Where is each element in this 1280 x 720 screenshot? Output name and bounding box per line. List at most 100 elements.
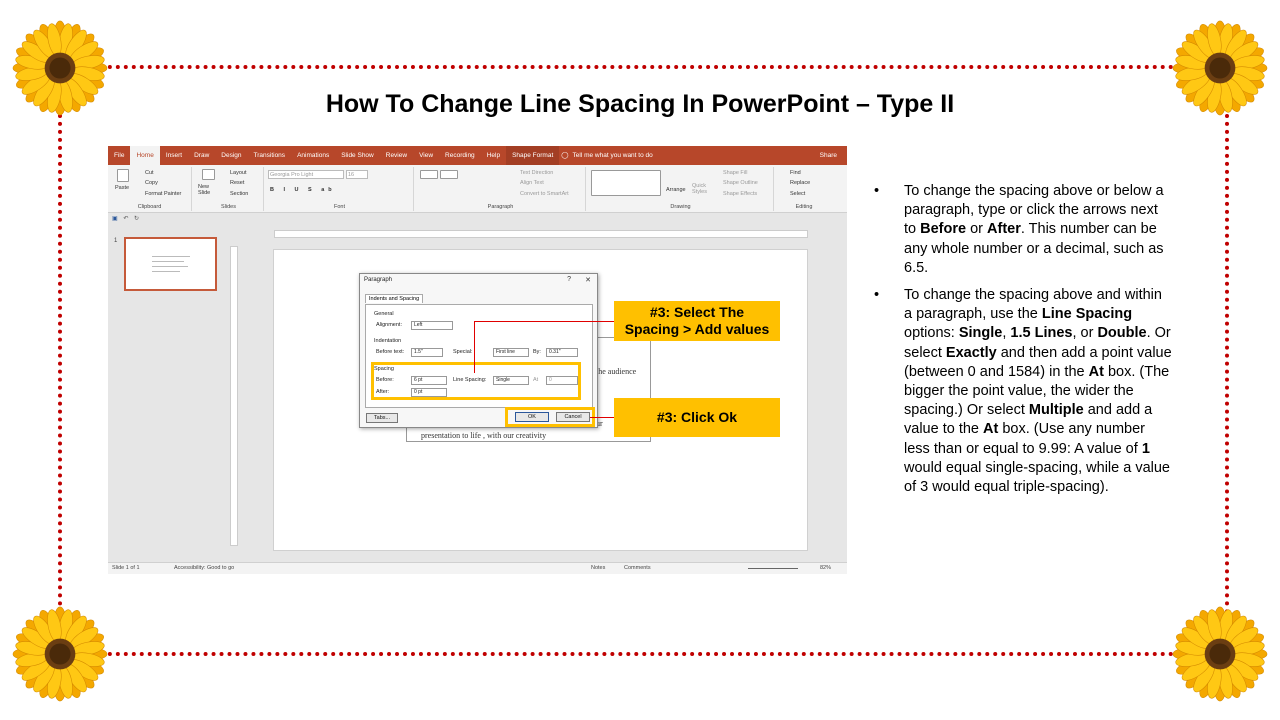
frame-right-border xyxy=(1225,66,1229,654)
sunflower-icon xyxy=(12,606,108,702)
frame-top-border xyxy=(60,65,1230,69)
share-button[interactable]: Share xyxy=(820,152,847,159)
help-button[interactable]: ? xyxy=(567,276,571,283)
numbering-icon[interactable] xyxy=(440,170,458,179)
quick-styles-button[interactable]: Quick Styles xyxy=(692,183,712,195)
tab-indents-and-spacing[interactable]: Indents and Spacing xyxy=(365,294,424,303)
cut-button[interactable]: Cut xyxy=(145,170,154,176)
slide-count: Slide 1 of 1 xyxy=(112,565,140,571)
slide-body-text: presentation to life , with our creativi… xyxy=(421,431,547,440)
font-size-select[interactable]: 16 xyxy=(346,170,368,179)
page-title: How To Change Line Spacing In PowerPoint… xyxy=(325,90,955,118)
list-item: • To change the spacing above and within… xyxy=(872,286,1172,497)
callout-text: #3: Select The Spacing > Add values xyxy=(624,304,770,337)
font-format-buttons[interactable]: B I U S ab xyxy=(270,187,336,193)
special-select[interactable]: First line xyxy=(493,348,529,357)
format-painter-button[interactable]: Format Painter xyxy=(145,191,181,197)
ribbon-group-drawing: Arrange Quick Styles Shape Fill Shape Ou… xyxy=(588,167,774,211)
by-input[interactable]: 0.31" xyxy=(546,348,578,357)
bullet-marker: • xyxy=(874,287,880,304)
ribbon-group-label: Drawing xyxy=(670,204,691,210)
slide-thumbnail[interactable] xyxy=(124,237,217,291)
ribbon: Paste Cut Copy Format Painter Clipboard … xyxy=(108,165,847,213)
frame-left-border xyxy=(58,66,62,654)
tab-design[interactable]: Design xyxy=(215,146,247,165)
find-button[interactable]: Find xyxy=(790,170,801,176)
section-button[interactable]: Section xyxy=(230,191,248,197)
zoom-level[interactable]: 82% xyxy=(820,563,831,574)
sunflower-icon xyxy=(1172,606,1268,702)
tab-transitions[interactable]: Transitions xyxy=(248,146,292,165)
tell-me-search[interactable]: Tell me what you want to do xyxy=(571,146,659,165)
special-label: Special: xyxy=(453,349,473,355)
redo-icon[interactable]: ↻ xyxy=(134,216,139,222)
bullet-marker: • xyxy=(874,183,880,199)
accessibility-status[interactable]: Accessibility: Good to go xyxy=(174,563,234,574)
vertical-ruler xyxy=(230,246,238,546)
paste-button[interactable]: Paste xyxy=(115,185,129,191)
tab-home[interactable]: Home xyxy=(130,146,160,165)
ribbon-group-label: Editing xyxy=(795,204,813,210)
alignment-label: Alignment: xyxy=(376,322,402,328)
tab-view[interactable]: View xyxy=(413,146,439,165)
shape-effects-button[interactable]: Shape Effects xyxy=(723,191,757,197)
quick-access-toolbar: ▣ ↶ ↻ xyxy=(108,213,847,226)
status-bar: Slide 1 of 1 Accessibility: Good to go N… xyxy=(108,562,847,574)
reset-button[interactable]: Reset xyxy=(230,180,244,186)
before-text-input[interactable]: 1.5" xyxy=(411,348,443,357)
indentation-section-label: Indentation xyxy=(374,338,402,344)
tab-review[interactable]: Review xyxy=(380,146,413,165)
shape-outline-button[interactable]: Shape Outline xyxy=(723,180,758,186)
tab-insert[interactable]: Insert xyxy=(160,146,188,165)
comments-button[interactable]: Comments xyxy=(624,563,651,574)
by-label: By: xyxy=(533,349,541,355)
thumbnail-number: 1 xyxy=(114,238,118,244)
shape-fill-button[interactable]: Shape Fill xyxy=(723,170,747,176)
tab-file[interactable]: File xyxy=(108,146,130,165)
tab-help[interactable]: Help xyxy=(481,146,506,165)
instruction-list: • To change the spacing above or below a… xyxy=(872,182,1172,505)
bullets-icon[interactable] xyxy=(420,170,438,179)
align-text-button[interactable]: Align Text xyxy=(520,180,544,186)
text-direction-button[interactable]: Text Direction xyxy=(520,170,553,176)
layout-button[interactable]: Layout xyxy=(230,170,247,176)
thumbnail-text-line xyxy=(152,271,180,272)
thumbnail-text-line xyxy=(152,266,188,267)
callout-connector xyxy=(474,321,614,322)
tab-draw[interactable]: Draw xyxy=(188,146,215,165)
new-slide-icon[interactable] xyxy=(202,169,215,180)
close-icon[interactable]: ✕ xyxy=(585,276,591,284)
tab-slide-show[interactable]: Slide Show xyxy=(335,146,380,165)
dialog-title: Paragraph xyxy=(364,277,393,283)
shapes-gallery[interactable] xyxy=(591,170,661,196)
tab-animations[interactable]: Animations xyxy=(291,146,335,165)
new-slide-button[interactable]: New Slide xyxy=(198,184,220,196)
ribbon-group-clipboard: Paste Cut Copy Format Painter Clipboard xyxy=(108,167,192,211)
ribbon-group-label: Clipboard xyxy=(137,204,162,210)
ribbon-group-label: Slides xyxy=(221,204,236,210)
bullet-text: To change the spacing above or below a p… xyxy=(904,183,1164,276)
ribbon-group-editing: Find Replace Select Editing xyxy=(776,167,832,211)
tab-shape-format[interactable]: Shape Format xyxy=(506,146,560,165)
ribbon-group-label: Paragraph xyxy=(487,204,514,210)
zoom-slider[interactable] xyxy=(748,568,798,569)
ribbon-group-slides: New Slide Layout Reset Section Slides xyxy=(194,167,264,211)
undo-icon[interactable]: ↶ xyxy=(123,216,128,222)
replace-button[interactable]: Replace xyxy=(790,180,810,186)
save-icon[interactable]: ▣ xyxy=(112,216,118,222)
frame-bottom-border xyxy=(60,652,1230,656)
tab-recording[interactable]: Recording xyxy=(439,146,481,165)
paste-icon[interactable] xyxy=(117,169,129,182)
bullet-text: To change the spacing above and within a… xyxy=(904,287,1172,496)
copy-button[interactable]: Copy xyxy=(145,180,158,186)
ok-cancel-highlight xyxy=(505,407,595,427)
notes-button[interactable]: Notes xyxy=(591,563,605,574)
font-name-select[interactable]: Georgia Pro Light xyxy=(268,170,344,179)
convert-smartart-button[interactable]: Convert to SmartArt xyxy=(520,191,569,197)
arrange-button[interactable]: Arrange xyxy=(666,187,686,193)
horizontal-ruler xyxy=(274,230,808,238)
select-button[interactable]: Select xyxy=(790,191,805,197)
alignment-select[interactable]: Left xyxy=(411,321,453,330)
lightbulb-icon: ◯ xyxy=(561,152,569,159)
tabs-button[interactable]: Tabs... xyxy=(366,413,398,423)
